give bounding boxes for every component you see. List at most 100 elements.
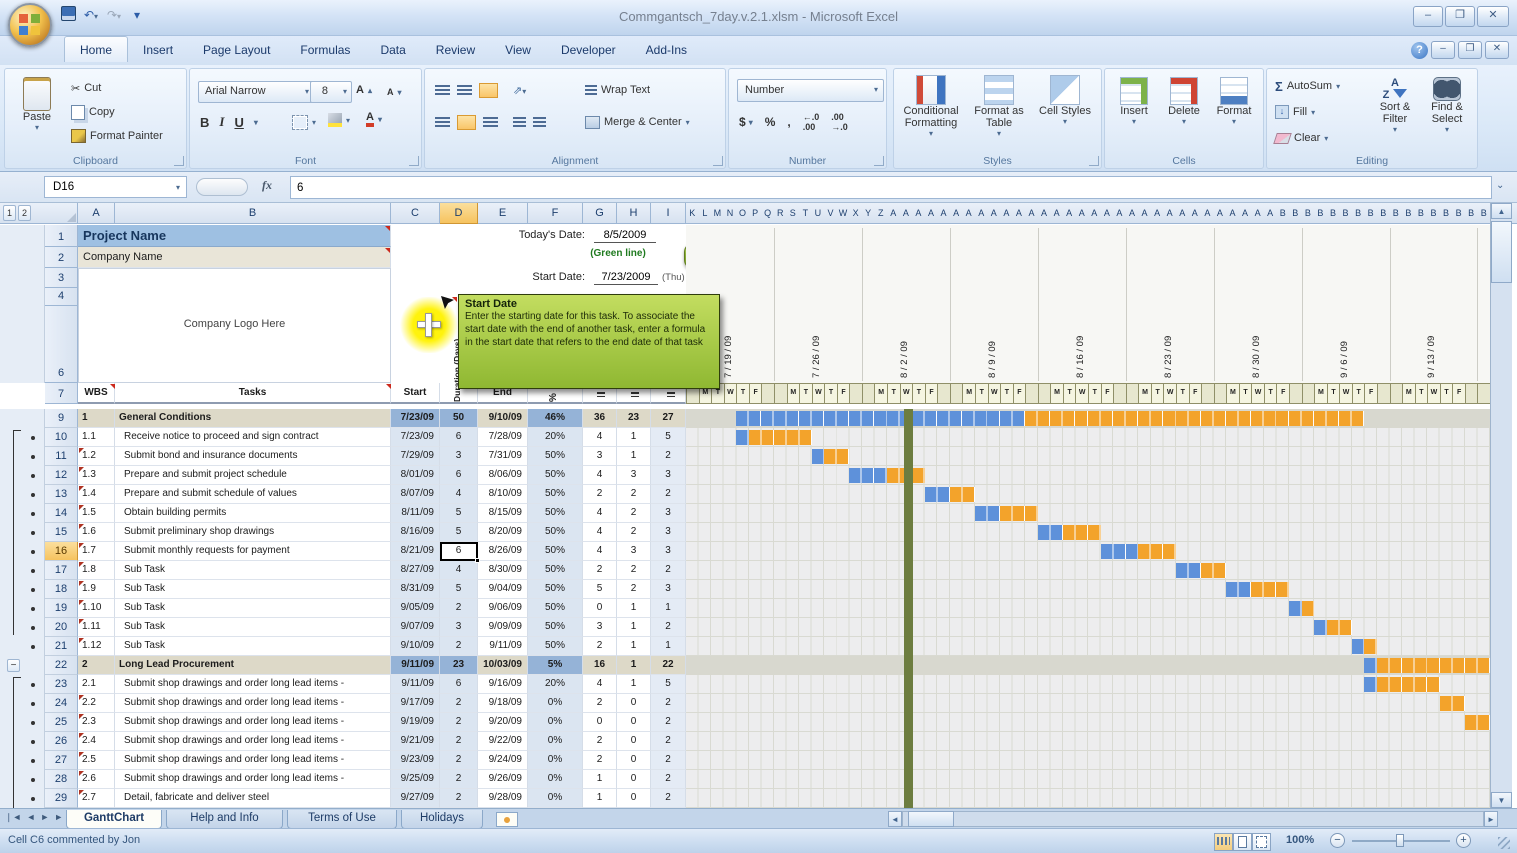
- cell-pct[interactable]: 50%: [528, 504, 583, 523]
- column-header-narrow[interactable]: A: [975, 203, 989, 224]
- border-button[interactable]: ▾: [292, 113, 316, 131]
- hscroll-right-arrow[interactable]: ►: [1484, 811, 1498, 827]
- delete-cells-button[interactable]: Delete▾: [1161, 77, 1207, 126]
- cell-wbs[interactable]: 2.3: [78, 713, 115, 732]
- conditional-formatting-button[interactable]: Conditional Formatting▾: [898, 75, 964, 138]
- cut-button[interactable]: ✂Cut: [71, 79, 101, 97]
- cell-wbs[interactable]: 1.9: [78, 580, 115, 599]
- column-header-narrow[interactable]: A: [1101, 203, 1115, 224]
- cell-end[interactable]: 7/28/09: [478, 428, 528, 447]
- column-header-narrow[interactable]: A: [962, 203, 976, 224]
- insert-worksheet-tab[interactable]: [496, 812, 518, 827]
- company-name-cell[interactable]: Company Name: [78, 247, 391, 268]
- row-header-24[interactable]: 24: [45, 694, 78, 713]
- column-header-narrow[interactable]: B: [1452, 203, 1466, 224]
- align-top-icon[interactable]: [435, 85, 450, 96]
- orientation-icon[interactable]: ⇗▾: [513, 84, 526, 97]
- column-header-narrow[interactable]: B: [1402, 203, 1416, 224]
- column-header-narrow[interactable]: A: [1025, 203, 1039, 224]
- align-bottom-icon[interactable]: [479, 83, 498, 98]
- grow-font-button[interactable]: A▴: [356, 81, 372, 99]
- outline-collapse-button[interactable]: −: [7, 659, 20, 672]
- sheet-tab-holidays[interactable]: Holidays: [401, 810, 483, 829]
- row-header-13[interactable]: 13: [45, 485, 78, 504]
- first-sheet-icon[interactable]: ❘◄: [5, 812, 21, 823]
- increase-indent-icon[interactable]: [533, 117, 546, 128]
- maximize-button[interactable]: ❐: [1445, 6, 1475, 27]
- column-header-narrow[interactable]: A: [1013, 203, 1027, 224]
- clear-button[interactable]: Clear▾: [1275, 129, 1328, 147]
- cell-task[interactable]: Prepare and submit schedule of values: [115, 485, 391, 504]
- paste-button[interactable]: Paste▾: [13, 77, 61, 132]
- outline-level-2-button[interactable]: 2: [18, 205, 31, 221]
- font-family-select[interactable]: Arial Narrow▾: [198, 81, 314, 103]
- column-header-narrow[interactable]: R: [774, 203, 788, 224]
- company-logo-cell[interactable]: Company Logo Here: [78, 268, 391, 383]
- row-header-22[interactable]: 22: [45, 656, 78, 675]
- row-header-14[interactable]: 14: [45, 504, 78, 523]
- cell-start[interactable]: 7/23/09: [391, 428, 440, 447]
- cell-start[interactable]: 9/05/09: [391, 599, 440, 618]
- column-header-narrow[interactable]: A: [1264, 203, 1278, 224]
- column-header-narrow[interactable]: T: [799, 203, 813, 224]
- cell-workdays[interactable]: 4: [583, 504, 617, 523]
- accounting-format-button[interactable]: $: [739, 115, 746, 129]
- cell-workdays[interactable]: 4: [583, 675, 617, 694]
- row-header-3[interactable]: 3: [45, 268, 78, 288]
- cell-task[interactable]: Sub Task: [115, 599, 391, 618]
- column-header-narrow[interactable]: B: [1339, 203, 1353, 224]
- cell-task[interactable]: Submit shop drawings and order long lead…: [115, 770, 391, 789]
- cell-daysremaining[interactable]: 1: [651, 599, 686, 618]
- row-header-12[interactable]: 12: [45, 466, 78, 485]
- column-header-narrow[interactable]: A: [1075, 203, 1089, 224]
- zoom-out-icon[interactable]: −: [1330, 833, 1345, 848]
- column-header-narrow[interactable]: A: [1239, 203, 1253, 224]
- cell-start[interactable]: 9/27/09: [391, 789, 440, 808]
- column-header-I[interactable]: I: [651, 203, 686, 224]
- clipboard-dialog-launcher[interactable]: [174, 156, 184, 166]
- cell-dayscomplete[interactable]: 3: [617, 542, 651, 561]
- cell-dayscomplete[interactable]: 1: [617, 656, 651, 675]
- cell-workdays[interactable]: 4: [583, 523, 617, 542]
- select-all-corner[interactable]: [45, 203, 78, 224]
- cell-wbs[interactable]: 1.6: [78, 523, 115, 542]
- normal-view-icon[interactable]: [1214, 833, 1233, 851]
- cell-pct[interactable]: 50%: [528, 447, 583, 466]
- cell-start[interactable]: 7/29/09: [391, 447, 440, 466]
- cell-end[interactable]: 9/10/09: [478, 409, 528, 428]
- cell-task[interactable]: Detail, fabricate and deliver steel: [115, 789, 391, 808]
- cell-end[interactable]: 7/31/09: [478, 447, 528, 466]
- cell-task[interactable]: Submit shop drawings and order long lead…: [115, 732, 391, 751]
- row-header-27[interactable]: 27: [45, 751, 78, 770]
- cell-task[interactable]: Prepare and submit project schedule: [115, 466, 391, 485]
- zoom-in-icon[interactable]: +: [1456, 833, 1471, 848]
- align-right-icon[interactable]: [483, 117, 498, 128]
- autosum-button[interactable]: ΣAutoSum▾: [1275, 77, 1340, 95]
- align-left-icon[interactable]: [435, 117, 450, 128]
- cell-pct[interactable]: 50%: [528, 466, 583, 485]
- column-header-narrow[interactable]: A: [1113, 203, 1127, 224]
- cell-task[interactable]: General Conditions: [115, 409, 391, 428]
- column-header-narrow[interactable]: B: [1327, 203, 1341, 224]
- next-sheet-icon[interactable]: ►: [40, 812, 49, 823]
- cell-workdays[interactable]: 0: [583, 599, 617, 618]
- font-color-button[interactable]: A▾: [366, 110, 382, 128]
- zoom-slider-thumb[interactable]: [1396, 834, 1404, 847]
- column-header-narrow[interactable]: A: [1088, 203, 1102, 224]
- redo-icon[interactable]: ↷▾: [104, 6, 124, 24]
- cell-wbs[interactable]: 2.5: [78, 751, 115, 770]
- cell-dayscomplete[interactable]: 0: [617, 751, 651, 770]
- cell-daysremaining[interactable]: 27: [651, 409, 686, 428]
- cell-pct[interactable]: 20%: [528, 428, 583, 447]
- column-header-narrow[interactable]: A: [887, 203, 901, 224]
- cell-duration[interactable]: 5: [440, 504, 478, 523]
- cell-workdays[interactable]: 0: [583, 713, 617, 732]
- vscroll-up-arrow[interactable]: ▲: [1491, 203, 1512, 219]
- cell-pct[interactable]: 0%: [528, 770, 583, 789]
- column-header-narrow[interactable]: B: [1377, 203, 1391, 224]
- column-header-narrow[interactable]: A: [1138, 203, 1152, 224]
- cell-wbs[interactable]: 2.6: [78, 770, 115, 789]
- cell-dayscomplete[interactable]: 1: [617, 637, 651, 656]
- column-header-narrow[interactable]: B: [1352, 203, 1366, 224]
- cell-workdays[interactable]: 2: [583, 732, 617, 751]
